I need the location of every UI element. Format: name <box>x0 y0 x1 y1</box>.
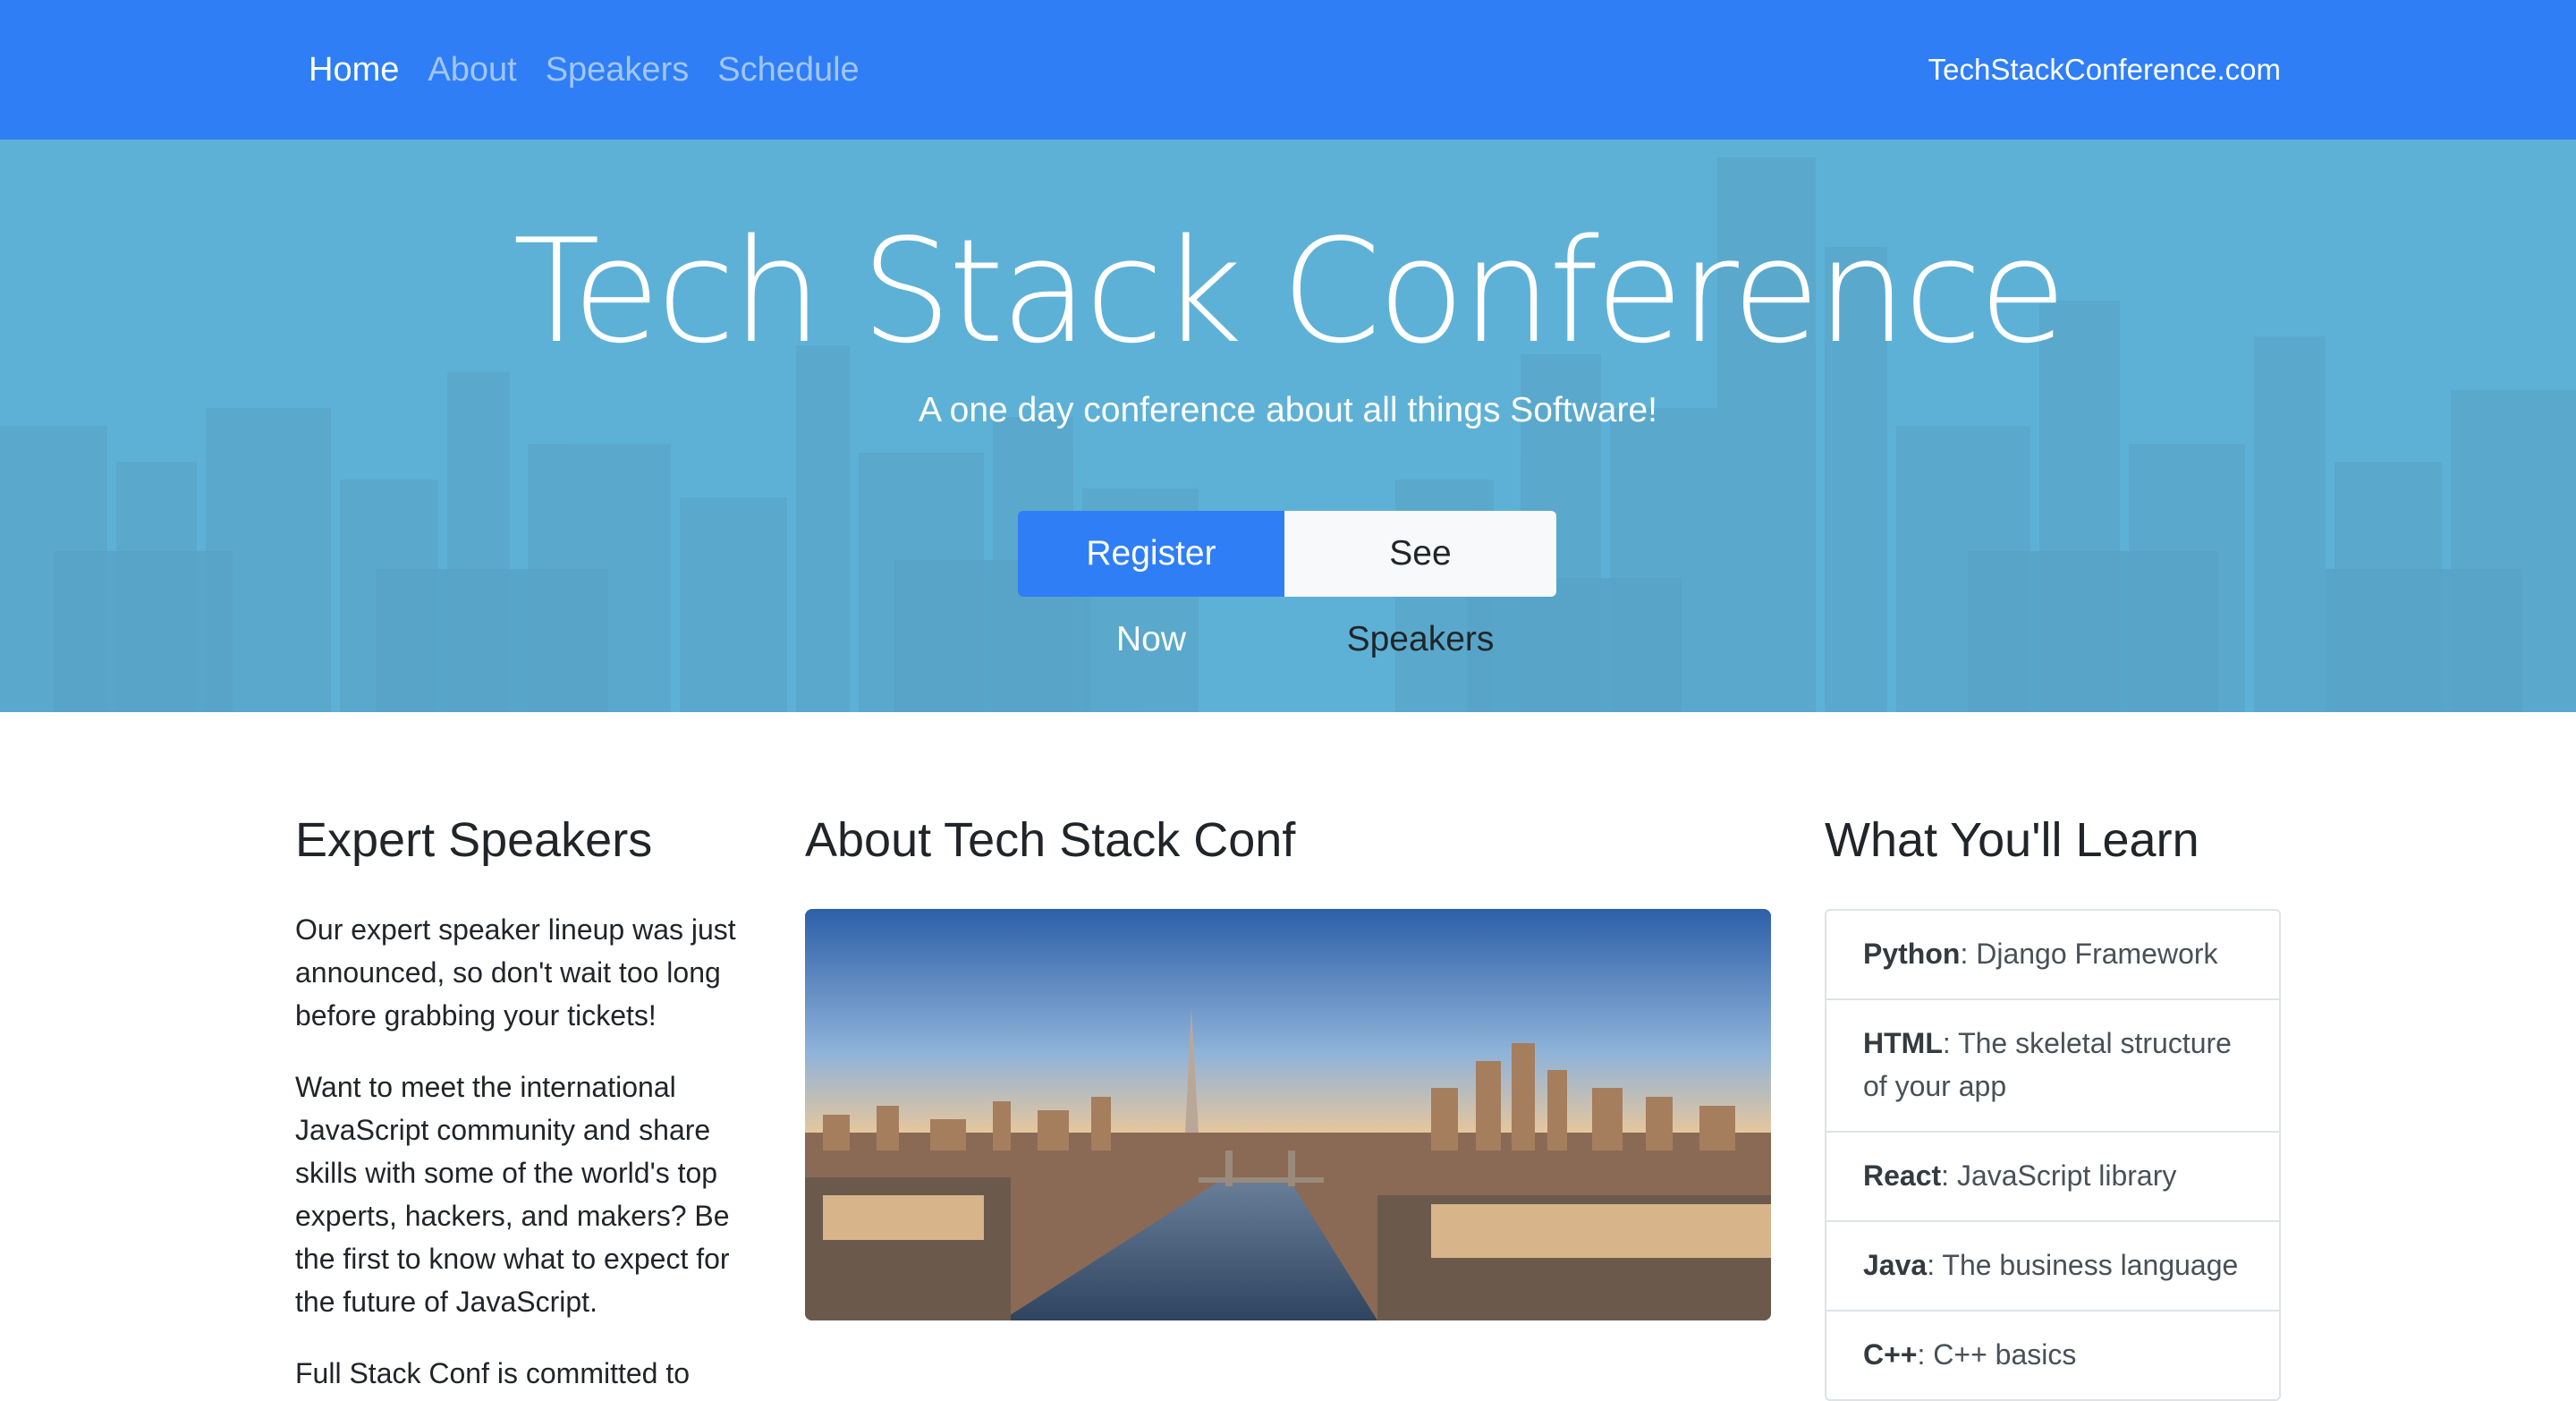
expert-speakers-heading: Expert Speakers <box>295 813 653 867</box>
see-speakers-button[interactable]: See Speakers <box>1284 511 1556 658</box>
list-item: C++: C++ basics <box>1826 1312 2279 1399</box>
hero-title: Tech Stack Conference <box>513 208 2066 375</box>
nav-brand[interactable]: TechStackConference.com <box>1928 50 2281 89</box>
expert-speakers-text: Our expert speaker lineup was just annou… <box>295 908 760 1395</box>
speakers-paragraph-1: Our expert speaker lineup was just annou… <box>295 913 736 1032</box>
london-skyline-image <box>805 909 1771 1320</box>
about-heading: About Tech Stack Conf <box>805 813 1296 867</box>
list-item-desc: : C++ basics <box>1917 1338 2077 1371</box>
hero-section: Tech Stack Conference A one day conferen… <box>0 140 2576 712</box>
hero-button-group: Register Now See Speakers <box>1018 511 1556 658</box>
list-item-term: React <box>1863 1159 1942 1192</box>
list-item: Python: Django Framework <box>1826 911 2279 1000</box>
nav-link-about[interactable]: About <box>428 47 516 93</box>
nav-links: Home About Speakers Schedule <box>309 47 860 93</box>
speakers-paragraph-2: Want to meet the international JavaScrip… <box>295 1071 730 1318</box>
list-item-desc: : Django Framework <box>1960 938 2218 970</box>
list-item: React: JavaScript library <box>1826 1133 2279 1222</box>
list-item: HTML: The skeletal structure of your app <box>1826 1000 2279 1133</box>
list-item-desc: : The business language <box>1927 1249 2239 1281</box>
nav-link-speakers[interactable]: Speakers <box>546 47 690 93</box>
what-youll-learn-heading: What You'll Learn <box>1825 813 2199 867</box>
list-item-term: Python <box>1863 938 1961 970</box>
navbar: Home About Speakers Schedule TechStackCo… <box>0 0 2576 140</box>
list-item-desc: : JavaScript library <box>1941 1159 2177 1192</box>
learn-list: Python: Django Framework HTML: The skele… <box>1825 909 2281 1401</box>
nav-link-home[interactable]: Home <box>309 47 399 93</box>
list-item-term: C++ <box>1863 1338 1918 1371</box>
hero-subtitle: A one day conference about all things So… <box>918 391 1658 429</box>
london-photo <box>805 909 1771 1320</box>
list-item-term: Java <box>1863 1249 1928 1281</box>
speakers-paragraph-3: Full Stack Conf is committed to <box>295 1357 691 1389</box>
list-item: Java: The business language <box>1826 1222 2279 1312</box>
register-now-button[interactable]: Register Now <box>1018 511 1284 658</box>
nav-link-schedule[interactable]: Schedule <box>717 47 859 93</box>
list-item-term: HTML <box>1863 1027 1943 1059</box>
